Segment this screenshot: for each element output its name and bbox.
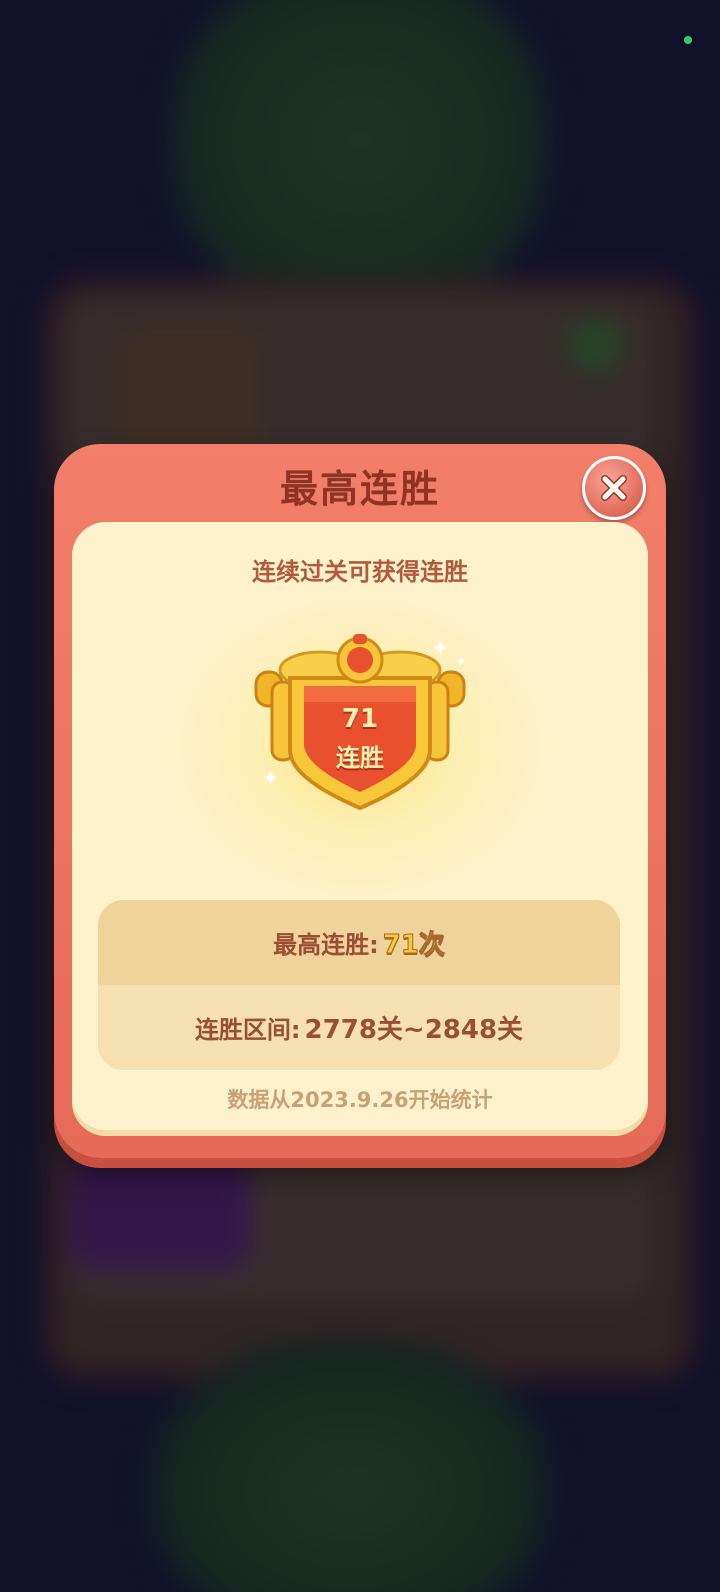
win-streak-dialog: 最高连胜 连续过关可获得连胜 ✦ ✦ ✦ 71 连胜 最高连胜: 71次 连胜区… <box>54 444 666 1158</box>
streak-range-row: 连胜区间: 2778关~2848关 <box>98 985 620 1070</box>
streak-range-label: 连胜区间: <box>194 1016 301 1044</box>
best-streak-row: 最高连胜: 71次 <box>98 900 620 985</box>
content-card: 连续过关可获得连胜 ✦ ✦ ✦ 71 连胜 最高连胜: 71次 连胜区间: 27… <box>72 522 648 1136</box>
streak-range-value: 2778关~2848关 <box>304 1015 524 1045</box>
shield-badge-icon: 71 连胜 <box>250 632 470 812</box>
dialog-title: 最高连胜 <box>279 467 440 511</box>
close-icon <box>585 459 643 517</box>
close-button[interactable] <box>582 456 646 520</box>
game-screen: 最高连胜 连续过关可获得连胜 ✦ ✦ ✦ 71 连胜 最高连胜: 71次 连胜区… <box>0 0 720 1592</box>
best-streak-label: 最高连胜: <box>273 931 379 959</box>
status-indicator-icon <box>684 36 692 44</box>
badge-streak-label: 连胜 <box>336 744 384 772</box>
stats-box: 最高连胜: 71次 连胜区间: 2778关~2848关 <box>98 900 620 1070</box>
stats-start-note: 数据从2023.9.26开始统计 <box>227 1088 493 1112</box>
best-streak-value: 71次 <box>382 930 445 961</box>
badge-streak-number: 71 <box>341 704 379 734</box>
